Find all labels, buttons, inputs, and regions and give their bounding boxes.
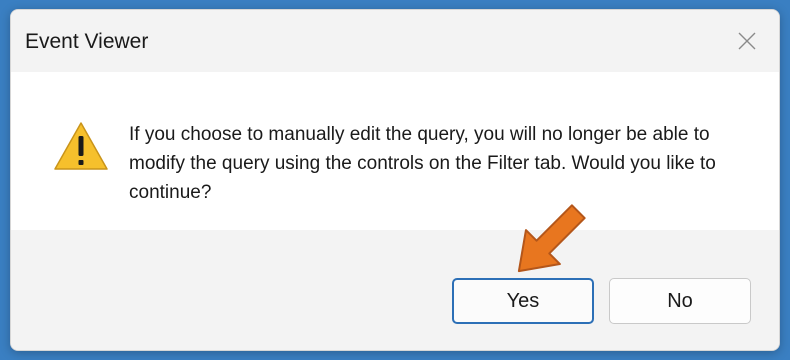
dialog-title: Event Viewer — [25, 30, 149, 53]
close-icon — [738, 32, 756, 50]
dialog-footer: Yes No — [11, 230, 779, 350]
no-button[interactable]: No — [609, 278, 751, 324]
event-viewer-dialog: Event Viewer If you choose to manually e… — [10, 9, 780, 351]
yes-button[interactable]: Yes — [452, 278, 594, 324]
warning-icon — [54, 122, 108, 170]
dialog-content: If you choose to manually edit the query… — [11, 72, 779, 230]
dialog-message: If you choose to manually edit the query… — [129, 124, 716, 203]
close-button[interactable] — [729, 24, 765, 58]
dialog-titlebar: Event Viewer — [11, 10, 779, 72]
